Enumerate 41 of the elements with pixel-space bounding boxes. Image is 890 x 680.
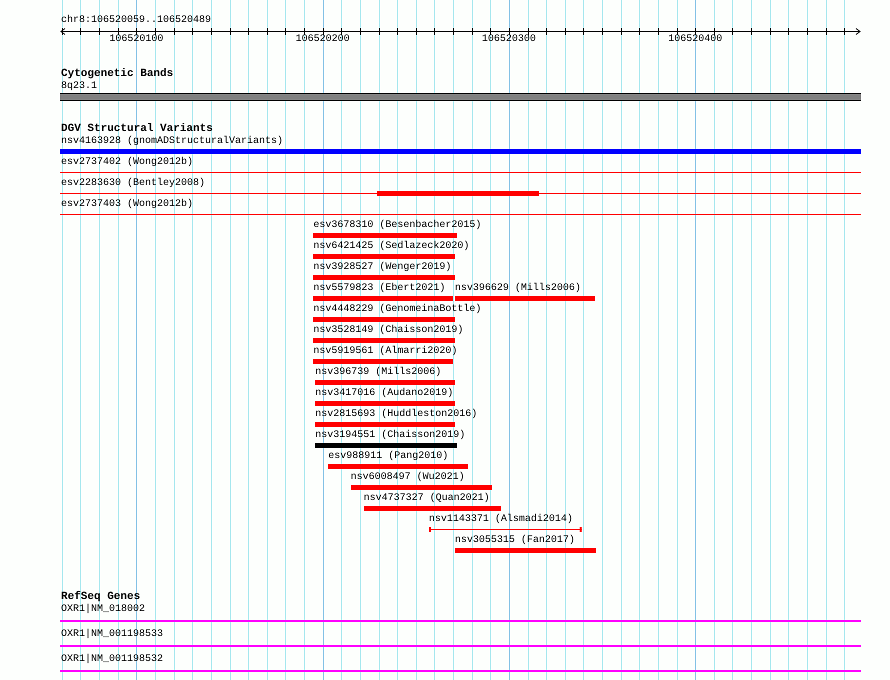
band-bar[interactable] — [60, 93, 861, 101]
variant-label: nsv2815693 (Huddleston2016) — [315, 409, 478, 421]
variant-label: esv2283630 (Bentley2008) — [61, 178, 206, 190]
tick-label: 106520300 — [482, 34, 536, 46]
variant-label: esv2737402 (Wong2012b) — [61, 157, 194, 169]
variant-label: nsv4448229 (GenomeinaBottle) — [313, 304, 482, 316]
variant-label: nsv5919561 (Almarri2020) — [313, 346, 458, 358]
variant-label: nsv6421425 (Sedlazeck2020) — [313, 241, 470, 253]
variant-block[interactable] — [376, 191, 539, 196]
gene-label: OXR1|NM_001198532 — [61, 654, 164, 666]
tick-label: 106520100 — [109, 34, 164, 46]
variant-label: esv988911 (Pang2010) — [328, 451, 448, 463]
variant-label: nsv5579823 (Ebert2021) — [313, 283, 446, 295]
tick-label: 106520400 — [668, 34, 722, 46]
variant-label: nsv4163928 (gnomADStructuralVariants) — [61, 136, 284, 148]
tick-label: 106520200 — [296, 34, 350, 46]
gene-line[interactable] — [60, 620, 861, 622]
track-title: DGV Structural Variants — [61, 123, 213, 135]
variant-line[interactable] — [60, 214, 861, 215]
variant-label: nsv3928527 (Wenger2019) — [313, 262, 452, 274]
variant-label: nsv396739 (Mills2006) — [315, 367, 442, 379]
track-title: Cytogenetic Bands — [61, 68, 174, 80]
location-label: chr8:106520059..106520489 — [61, 15, 212, 27]
gene-label: OXR1|NM_001198533 — [61, 629, 164, 641]
band-label: 8q23.1 — [61, 81, 98, 93]
variant-label: nsv3194551 (Chaisson2019) — [315, 430, 466, 442]
gene-line[interactable] — [60, 670, 861, 672]
track-title: RefSeq Genes — [61, 591, 140, 603]
variant-bar[interactable] — [428, 527, 582, 532]
variant-label: esv2737403 (Wong2012b) — [61, 199, 194, 211]
variant-label: nsv3528149 (Chaisson2019) — [313, 325, 464, 337]
variant-line[interactable] — [60, 172, 861, 173]
variant-label: nsv1143371 (Alsmadi2014) — [428, 514, 573, 526]
gene-line[interactable] — [60, 645, 861, 647]
variant-label: nsv3055315 (Fan2017) — [454, 535, 575, 547]
variant-label: nsv396629 (Mills2006) — [454, 283, 581, 295]
variant-label: nsv6008497 (Wu2021) — [350, 472, 465, 484]
gene-label: OXR1|NM_018002 — [61, 604, 146, 616]
variant-label: esv3678310 (Besenbacher2015) — [313, 220, 482, 232]
variant-label: nsv3417016 (Audano2019) — [315, 388, 454, 400]
variant-label: nsv4737327 (Quan2021) — [364, 493, 490, 505]
